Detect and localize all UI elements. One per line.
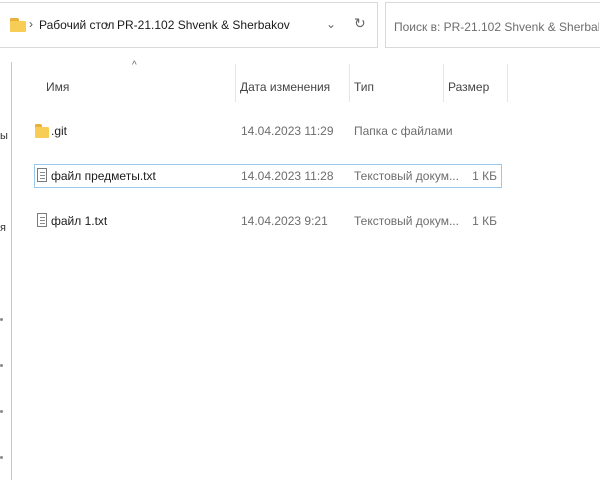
search-input[interactable]: [392, 17, 600, 37]
column-header-name[interactable]: Имя: [46, 64, 234, 102]
nav-pane-divider[interactable]: [11, 62, 12, 480]
column-resize-handle[interactable]: [443, 64, 444, 102]
file-type: Текстовый докум...: [354, 214, 459, 228]
nav-expand-icon[interactable]: [0, 410, 3, 413]
file-date: 14.04.2023 9:21: [241, 214, 328, 228]
breadcrumb-current-folder[interactable]: PR-21.102 Shvenk & Sherbakov: [117, 18, 290, 32]
file-date: 14.04.2023 11:28: [241, 169, 334, 183]
file-row[interactable]: .git 14.04.2023 11:29 Папка с файлами: [34, 119, 502, 143]
nav-expand-icon[interactable]: [0, 364, 3, 367]
search-box[interactable]: [385, 2, 600, 48]
file-name: .git: [51, 124, 68, 138]
column-header-size[interactable]: Размер: [448, 64, 506, 102]
file-type: Папка с файлами: [354, 124, 453, 138]
text-file-icon: [37, 168, 47, 182]
file-row[interactable]: файл 1.txt 14.04.2023 9:21 Текстовый док…: [34, 209, 502, 233]
breadcrumb-separator-icon[interactable]: ›: [29, 17, 33, 31]
nav-expand-icon[interactable]: [0, 318, 3, 321]
file-size: 1 КБ: [472, 169, 497, 183]
nav-expand-icon[interactable]: [0, 456, 3, 459]
navigation-pane: ы я: [0, 62, 20, 480]
file-date: 14.04.2023 11:29: [241, 124, 334, 138]
folder-icon: [35, 124, 49, 138]
file-type: Текстовый докум...: [354, 169, 459, 183]
breadcrumb-separator-icon[interactable]: ›: [105, 17, 109, 31]
text-file-icon: [37, 213, 47, 227]
breadcrumb-desktop[interactable]: Рабочий стол: [39, 18, 114, 32]
folder-icon: [10, 18, 26, 32]
refresh-icon[interactable]: ↻: [354, 15, 366, 32]
file-name: файл предметы.txt: [51, 169, 156, 183]
column-header-date[interactable]: Дата изменения: [240, 64, 348, 102]
column-header-type[interactable]: Тип: [354, 64, 442, 102]
file-explorer-window: › Рабочий стол › PR-21.102 Shvenk & Sher…: [0, 0, 600, 480]
chevron-down-icon[interactable]: ⌄: [326, 17, 336, 31]
nav-item-fragment[interactable]: я: [0, 222, 6, 234]
column-resize-handle[interactable]: [507, 64, 508, 102]
file-row[interactable]: файл предметы.txt 14.04.2023 11:28 Текст…: [34, 164, 502, 188]
column-resize-handle[interactable]: [235, 64, 236, 102]
address-bar[interactable]: › Рабочий стол › PR-21.102 Shvenk & Sher…: [0, 2, 378, 48]
column-resize-handle[interactable]: [349, 64, 350, 102]
file-size: 1 КБ: [472, 214, 497, 228]
nav-item-fragment[interactable]: ы: [0, 130, 8, 142]
file-name: файл 1.txt: [51, 214, 108, 228]
